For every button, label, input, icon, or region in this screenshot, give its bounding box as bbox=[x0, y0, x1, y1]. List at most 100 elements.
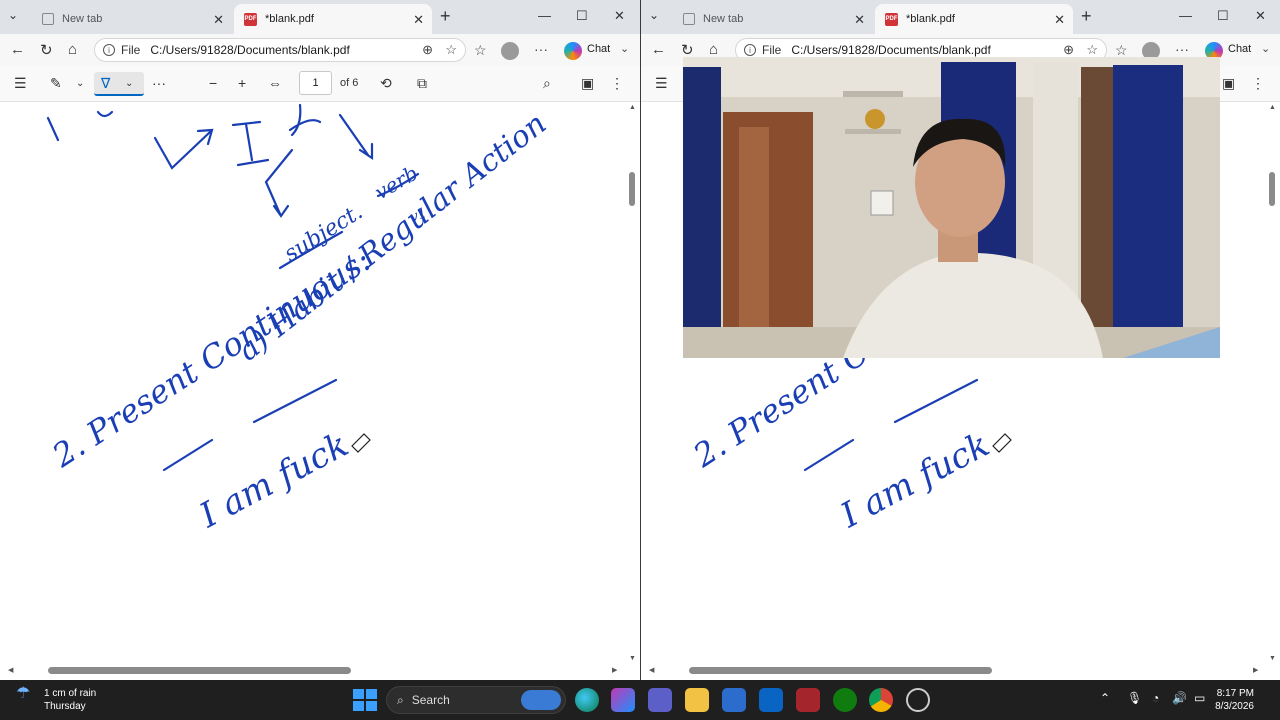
tab-actions-chevron-icon[interactable]: ⌄ bbox=[8, 8, 18, 22]
minimize-icon[interactable]: — bbox=[1179, 8, 1192, 23]
maximize-icon[interactable]: ☐ bbox=[1217, 8, 1229, 24]
draw-pen-icon[interactable]: ∇ bbox=[101, 75, 110, 92]
highlight-icon[interactable]: ✎ bbox=[50, 75, 62, 92]
edge-icon[interactable] bbox=[575, 688, 599, 712]
close-window-icon[interactable]: ✕ bbox=[614, 8, 625, 24]
horizontal-scrollbar[interactable]: ◀ ▶ bbox=[641, 662, 1280, 680]
pdf-page-canvas[interactable]: subject. verb v1 a) Habit / Regular Acti… bbox=[0, 102, 640, 662]
scroll-up-icon[interactable]: ▲ bbox=[629, 104, 636, 111]
vertical-scrollbar[interactable]: ▲ ▼ bbox=[1266, 104, 1278, 662]
weather-day: Thursday bbox=[44, 701, 86, 712]
scroll-down-icon[interactable]: ▼ bbox=[1269, 655, 1276, 662]
scroll-thumb[interactable] bbox=[689, 667, 992, 674]
contents-list-icon[interactable]: ☰ bbox=[14, 75, 27, 92]
close-window-icon[interactable]: ✕ bbox=[1255, 8, 1266, 24]
home-icon[interactable]: ⌂ bbox=[709, 41, 718, 58]
home-icon[interactable]: ⌂ bbox=[68, 41, 77, 58]
vertical-scrollbar[interactable]: ▲ ▼ bbox=[626, 104, 638, 662]
more-menu-icon[interactable]: ⋮ bbox=[610, 75, 624, 92]
ink-stroke bbox=[153, 128, 214, 170]
scroll-right-icon[interactable]: ▶ bbox=[612, 666, 617, 674]
chevron-down-icon[interactable]: ⌄ bbox=[125, 78, 133, 89]
webcam-overlay[interactable] bbox=[683, 57, 1220, 358]
scroll-left-icon[interactable]: ◀ bbox=[8, 666, 13, 674]
copilot-app-icon[interactable] bbox=[611, 688, 635, 712]
new-tab-plus-icon[interactable]: + bbox=[440, 6, 451, 27]
tab-blank-pdf[interactable]: PDF *blank.pdf ✕ bbox=[875, 4, 1073, 34]
close-tab-icon[interactable]: ✕ bbox=[413, 12, 424, 28]
favorites-icon[interactable]: ☆ bbox=[474, 42, 487, 59]
favorite-star-icon[interactable]: ☆ bbox=[1086, 42, 1098, 58]
scroll-down-icon[interactable]: ▼ bbox=[629, 655, 636, 662]
scroll-right-icon[interactable]: ▶ bbox=[1253, 666, 1258, 674]
chevron-down-icon[interactable]: ⌄ bbox=[76, 78, 84, 89]
info-icon[interactable]: i bbox=[744, 44, 756, 56]
wifi-icon[interactable]: ◔ bbox=[1152, 691, 1159, 705]
outlook-icon[interactable] bbox=[759, 688, 783, 712]
store-icon[interactable] bbox=[722, 688, 746, 712]
more-menu-icon[interactable]: ··· bbox=[534, 41, 548, 57]
copilot-icon[interactable] bbox=[564, 42, 582, 60]
maximize-icon[interactable]: ☐ bbox=[576, 8, 588, 24]
address-field[interactable]: i File C:/Users/91828/Documents/blank.pd… bbox=[94, 38, 466, 62]
settings-gear-icon[interactable] bbox=[906, 688, 930, 712]
zoom-in-icon[interactable]: + bbox=[238, 75, 246, 91]
chat-button[interactable]: Chat bbox=[587, 43, 610, 55]
search-icon[interactable]: ⌕ bbox=[543, 75, 551, 92]
new-tab-plus-icon[interactable]: + bbox=[1081, 6, 1092, 27]
show-hidden-icons-chevron-icon[interactable]: ⌃ bbox=[1100, 691, 1110, 705]
rotate-icon[interactable]: ⟲ bbox=[380, 75, 392, 92]
scroll-thumb[interactable] bbox=[629, 172, 635, 206]
clock[interactable]: 8:17 PM 8/3/2026 bbox=[1215, 687, 1254, 713]
xbox-icon[interactable] bbox=[833, 688, 857, 712]
more-menu-icon[interactable]: ··· bbox=[1175, 41, 1189, 57]
scroll-left-icon[interactable]: ◀ bbox=[649, 666, 654, 674]
taskbar-search[interactable]: ⌕ Search bbox=[386, 686, 566, 714]
app-red-icon[interactable] bbox=[796, 688, 820, 712]
close-tab-icon[interactable]: ✕ bbox=[213, 12, 224, 28]
save-icon[interactable]: ▣ bbox=[581, 75, 594, 92]
close-tab-icon[interactable]: ✕ bbox=[1054, 12, 1065, 28]
scroll-up-icon[interactable]: ▲ bbox=[1269, 104, 1276, 111]
avatar[interactable] bbox=[501, 42, 519, 60]
volume-icon[interactable]: 🔊 bbox=[1172, 691, 1187, 705]
tab-title: *blank.pdf bbox=[265, 13, 314, 25]
tab-new-tab[interactable]: New tab ✕ bbox=[32, 4, 232, 34]
chrome-icon[interactable] bbox=[869, 688, 893, 712]
back-arrow-icon[interactable]: ← bbox=[651, 41, 666, 58]
more-menu-icon[interactable]: ⋮ bbox=[1251, 75, 1265, 92]
chat-button[interactable]: Chat bbox=[1228, 43, 1251, 55]
contents-list-icon[interactable]: ☰ bbox=[655, 75, 668, 92]
weather-temp: 1 cm of rain bbox=[44, 688, 97, 699]
file-explorer-icon[interactable] bbox=[685, 688, 709, 712]
tab-new-tab[interactable]: New tab ✕ bbox=[673, 4, 873, 34]
zoom-icon[interactable]: ⊕ bbox=[422, 42, 433, 58]
fit-page-icon[interactable]: ⇔ bbox=[268, 75, 282, 91]
tab-blank-pdf[interactable]: PDF *blank.pdf ✕ bbox=[234, 4, 432, 34]
chevron-down-icon[interactable]: ⌄ bbox=[620, 42, 629, 55]
weather-widget[interactable]: ☂ 1 cm of rain Thursday bbox=[16, 686, 97, 713]
teams-icon[interactable] bbox=[648, 688, 672, 712]
more-tools-icon[interactable]: ··· bbox=[152, 75, 166, 91]
battery-icon[interactable]: ▭ bbox=[1194, 691, 1205, 705]
refresh-icon[interactable]: ↻ bbox=[40, 41, 53, 59]
minimize-icon[interactable]: — bbox=[538, 8, 551, 23]
save-icon[interactable]: ▣ bbox=[1222, 75, 1235, 92]
favorite-star-icon[interactable]: ☆ bbox=[445, 42, 457, 58]
scroll-thumb[interactable] bbox=[1269, 172, 1275, 206]
microphone-icon[interactable]: 🎙 bbox=[1127, 691, 1142, 705]
chevron-down-icon[interactable]: ⌄ bbox=[1261, 42, 1270, 55]
horizontal-scrollbar[interactable]: ◀ ▶ bbox=[0, 662, 640, 680]
zoom-icon[interactable]: ⊕ bbox=[1063, 42, 1074, 58]
info-icon[interactable]: i bbox=[103, 44, 115, 56]
scroll-thumb[interactable] bbox=[48, 667, 351, 674]
back-arrow-icon[interactable]: ← bbox=[10, 41, 25, 58]
start-windows-icon[interactable] bbox=[352, 688, 377, 712]
page-number-input[interactable]: 1 bbox=[299, 71, 332, 95]
ink-stroke bbox=[231, 120, 270, 167]
close-tab-icon[interactable]: ✕ bbox=[854, 12, 865, 28]
zoom-out-icon[interactable]: − bbox=[209, 75, 217, 91]
page-view-icon[interactable]: ⧉ bbox=[417, 75, 427, 92]
ink-stroke bbox=[338, 113, 374, 161]
tab-actions-chevron-icon[interactable]: ⌄ bbox=[649, 8, 659, 22]
